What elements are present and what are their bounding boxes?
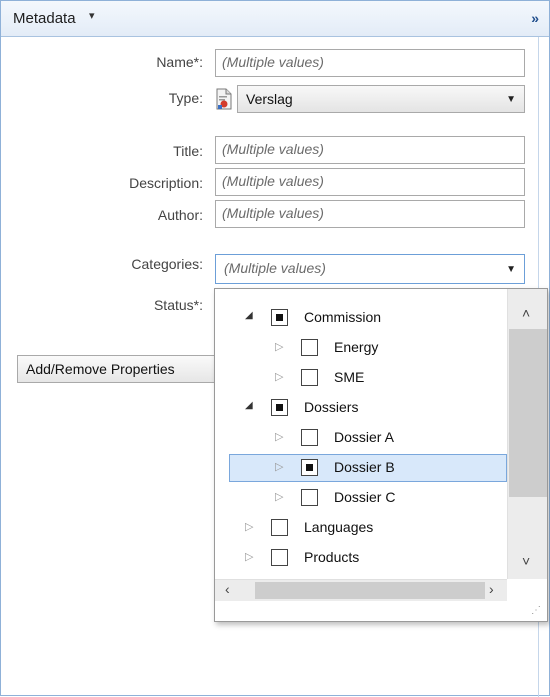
tree-item-label: Languages: [304, 519, 374, 535]
type-label: Type:: [168, 90, 203, 106]
title-field[interactable]: (Multiple values): [215, 136, 525, 164]
tree-item[interactable]: ▷ Products: [215, 543, 507, 573]
tree-item-checkbox[interactable]: [301, 489, 318, 506]
expanded-arrow-icon[interactable]: ◢: [245, 400, 253, 411]
resize-grip-icon[interactable]: ⋰: [531, 605, 541, 616]
title-dropdown-icon[interactable]: ▾: [89, 9, 95, 22]
tree-item-label: Dossier B: [334, 459, 395, 475]
categories-dropdown-popup: ◢ Commission ▷ Energy ▷ SME ◢ Dossiers ▷ Dossier …: [214, 288, 548, 622]
scroll-down-icon[interactable]: ˅: [522, 553, 530, 569]
collapsed-arrow-icon[interactable]: ▷: [275, 460, 283, 473]
scroll-up-icon[interactable]: ˄: [522, 305, 530, 321]
author-field[interactable]: (Multiple values): [215, 200, 525, 228]
expanded-arrow-icon[interactable]: ◢: [245, 310, 253, 321]
tree-item-checkbox[interactable]: [301, 339, 318, 356]
document-report-icon: [216, 88, 232, 110]
collapsed-arrow-icon[interactable]: ▷: [245, 520, 253, 533]
tree-item[interactable]: ▷ Energy: [215, 333, 507, 363]
tree-item-label: Products: [304, 549, 360, 565]
description-field[interactable]: (Multiple values): [215, 168, 525, 196]
tree-item-checkbox[interactable]: [301, 429, 318, 446]
tree-item-label: Commission: [304, 309, 382, 325]
tree-item-checkbox[interactable]: [271, 309, 288, 326]
categories-label: Categories:: [131, 256, 203, 272]
tree-item[interactable]: ▷ SME: [215, 363, 507, 393]
panel-title[interactable]: Metadata: [13, 10, 76, 27]
tree-item-checkbox[interactable]: [271, 399, 288, 416]
horizontal-scrollbar[interactable]: ‹ ›: [215, 579, 507, 601]
name-field[interactable]: (Multiple values): [215, 49, 525, 77]
chevron-down-icon: ▼: [506, 264, 516, 275]
category-tree: ◢ Commission ▷ Energy ▷ SME ◢ Dossiers ▷ Dossier …: [215, 289, 507, 579]
collapsed-arrow-icon[interactable]: ▷: [245, 550, 253, 563]
add-remove-properties-button[interactable]: Add/Remove Properties: [17, 355, 219, 383]
tree-item-label: Dossier C: [334, 489, 396, 505]
tree-item[interactable]: ◢ Commission: [215, 303, 507, 333]
scroll-left-icon[interactable]: ‹: [225, 581, 230, 597]
tree-item-label: Energy: [334, 339, 379, 355]
type-select[interactable]: Verslag ▼: [237, 85, 525, 113]
tree-item-checkbox[interactable]: [301, 459, 318, 476]
panel-header: Metadata ▾ »: [1, 1, 549, 37]
chevron-down-icon: ▼: [506, 94, 516, 105]
title-label: Title:: [173, 143, 203, 159]
tree-item[interactable]: ◢ Dossiers: [215, 393, 507, 423]
collapsed-arrow-icon[interactable]: ▷: [275, 430, 283, 443]
tree-item[interactable]: ▷ Dossier B: [215, 453, 507, 483]
collapsed-arrow-icon[interactable]: ▷: [275, 490, 283, 503]
vertical-scroll-thumb[interactable]: [509, 329, 547, 497]
type-select-value: Verslag: [246, 91, 293, 107]
collapsed-arrow-icon[interactable]: ▷: [275, 370, 283, 383]
scroll-right-icon[interactable]: ›: [489, 581, 494, 597]
categories-select[interactable]: (Multiple values) ▼: [215, 254, 525, 284]
tree-item-checkbox[interactable]: [301, 369, 318, 386]
description-label: Description:: [129, 175, 203, 191]
tree-item[interactable]: ▷ Dossier A: [215, 423, 507, 453]
author-label: Author:: [157, 207, 203, 223]
tree-item-label: Dossiers: [304, 399, 359, 415]
tree-item[interactable]: ▷ Dossier C: [215, 483, 507, 513]
status-label: Status*:: [153, 297, 203, 313]
tree-item-checkbox[interactable]: [271, 549, 288, 566]
horizontal-scroll-thumb[interactable]: [255, 582, 485, 599]
collapsed-arrow-icon[interactable]: ▷: [275, 340, 283, 353]
tree-item-label: SME: [334, 369, 365, 385]
tree-item-checkbox[interactable]: [271, 519, 288, 536]
collapse-panel-button[interactable]: »: [531, 10, 539, 26]
categories-select-value: (Multiple values): [224, 260, 326, 276]
tree-item-label: Dossier A: [334, 429, 394, 445]
tree-item[interactable]: ▷ Languages: [215, 513, 507, 543]
name-label: Name*:: [156, 54, 203, 70]
vertical-scrollbar[interactable]: ˄ ˅: [507, 289, 547, 579]
